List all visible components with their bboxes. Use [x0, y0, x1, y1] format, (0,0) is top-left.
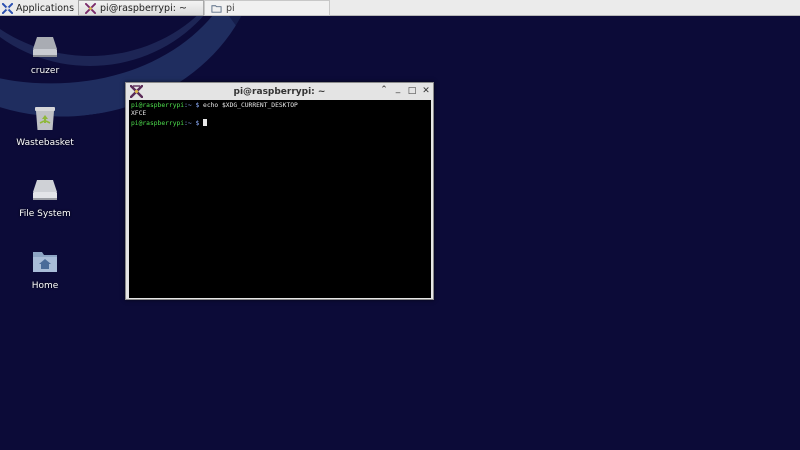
taskbar-item-label: pi: [226, 2, 235, 14]
prompt-path: :~: [184, 119, 192, 127]
desktop-icon-wastebasket[interactable]: Wastebasket: [5, 104, 85, 148]
home-folder-icon: [33, 252, 57, 272]
drive-icon: [33, 37, 57, 57]
desktop-icon-label: File System: [19, 209, 71, 219]
applications-menu[interactable]: Applications: [0, 0, 78, 16]
terminal-line: pi@raspberrypi:~ $: [131, 118, 429, 127]
top-panel: Applications pi@raspberrypi: ~ pi: [0, 0, 800, 16]
desktop-icon-label: Wastebasket: [16, 138, 74, 148]
command-text: echo $XDG_CURRENT_DESKTOP: [203, 102, 298, 109]
desktop-icon-file-system[interactable]: File System: [5, 177, 85, 219]
prompt-user: pi@raspberrypi: [131, 102, 185, 109]
taskbar-item-label: pi@raspberrypi: ~: [100, 2, 187, 14]
prompt-path: :~: [184, 102, 192, 109]
prompt-user: pi@raspberrypi: [131, 119, 185, 127]
desktop-icon-home[interactable]: Home: [5, 247, 85, 291]
drive-icon: [33, 180, 57, 200]
terminal-line: pi@raspberrypi:~ $ echo $XDG_CURRENT_DES…: [131, 102, 429, 110]
prompt-symbol: $: [191, 102, 204, 109]
text-cursor: [203, 118, 208, 126]
trash-icon: [35, 107, 55, 130]
command-output: XFCE: [131, 110, 147, 118]
prompt-symbol: $: [191, 119, 204, 127]
shade-button[interactable]: ⌃: [378, 84, 390, 96]
terminal-output[interactable]: pi@raspberrypi:~ $ echo $XDG_CURRENT_DES…: [129, 100, 431, 298]
terminal-line: XFCE: [131, 110, 429, 118]
taskbar-item-folder[interactable]: pi: [204, 0, 331, 16]
applications-label: Applications: [16, 2, 75, 14]
window-titlebar[interactable]: pi@raspberrypi: ~ ⌃ _ □ ✕: [126, 83, 433, 100]
terminal-window[interactable]: pi@raspberrypi: ~ ⌃ _ □ ✕ pi@raspberrypi…: [125, 82, 434, 300]
desktop-icon-cruzer[interactable]: cruzer: [5, 34, 85, 76]
close-button[interactable]: ✕: [420, 85, 432, 97]
xfce-logo-icon: [2, 2, 13, 14]
desktop-icon-label: cruzer: [30, 66, 60, 76]
folder-icon: [211, 4, 222, 13]
taskbar-item-terminal[interactable]: pi@raspberrypi: ~: [78, 0, 205, 16]
desktop-icon-label: Home: [31, 281, 59, 291]
maximize-button[interactable]: □: [406, 85, 418, 97]
minimize-button[interactable]: _: [392, 83, 404, 95]
terminal-icon: [85, 2, 97, 14]
